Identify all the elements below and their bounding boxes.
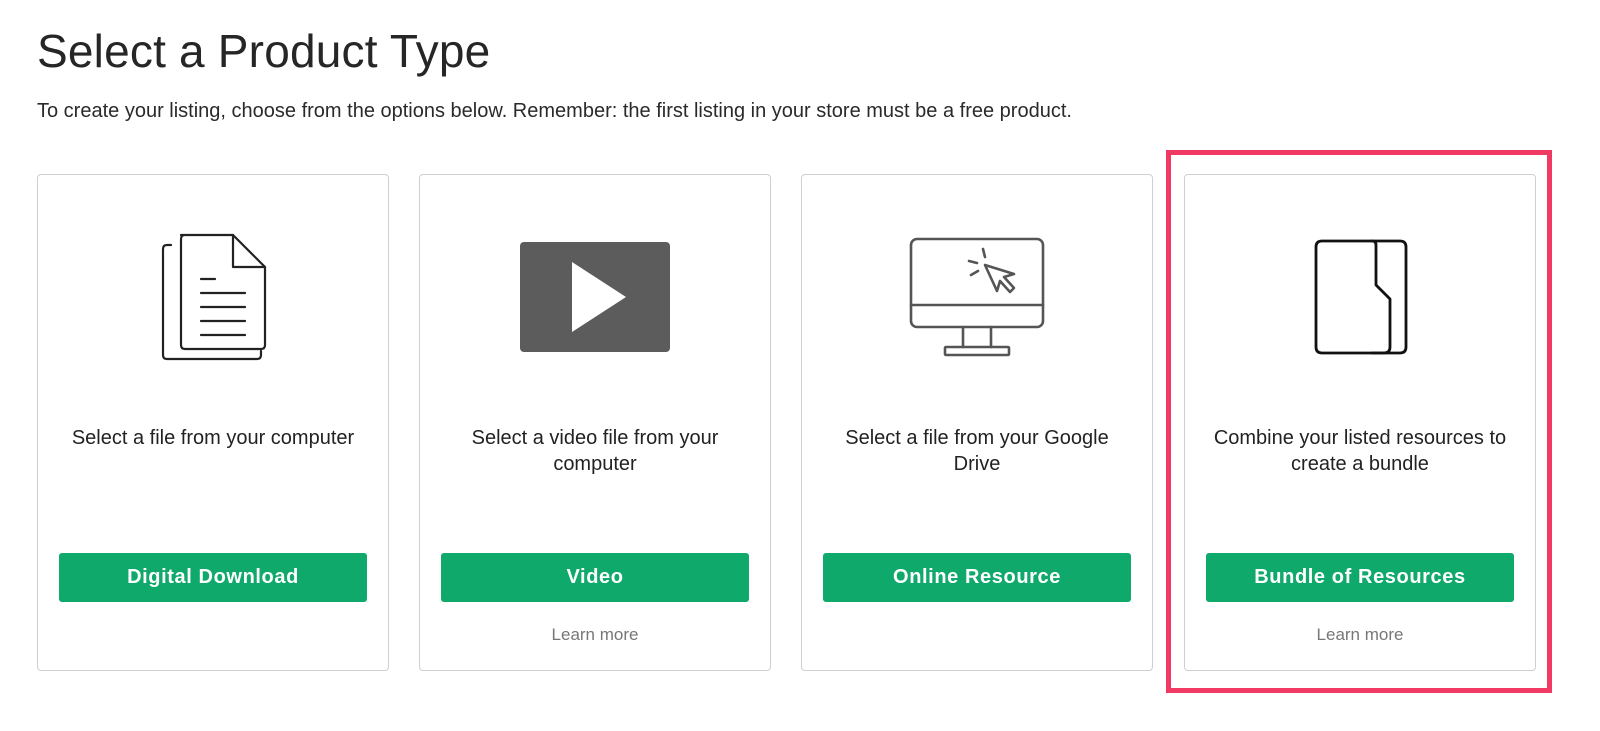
digital-download-button[interactable]: Digital Download <box>59 553 367 602</box>
bundle-folder-icon <box>1185 227 1535 367</box>
page-subtitle: To create your listing, choose from the … <box>37 100 1072 122</box>
online-resource-button[interactable]: Online Resource <box>823 553 1131 602</box>
product-card-bundle: Combine your listed resources to create … <box>1184 174 1536 671</box>
document-icon <box>38 227 388 367</box>
product-card-online-resource: Select a file from your Google Drive Onl… <box>801 174 1153 671</box>
video-button[interactable]: Video <box>441 553 749 602</box>
computer-monitor-icon <box>802 227 1152 367</box>
card-description: Select a video file from your computer <box>471 427 719 475</box>
video-play-icon <box>420 227 770 367</box>
card-description: Select a file from your Google Drive <box>845 427 1109 475</box>
product-card-digital-download: Select a file from your computer Digital… <box>37 174 389 671</box>
product-card-video: Select a video file from your computer V… <box>419 174 771 671</box>
card-description: Select a file from your computer <box>71 427 355 449</box>
learn-more-link[interactable]: Learn more <box>1185 625 1535 645</box>
page-title: Select a Product Type <box>37 25 491 77</box>
learn-more-link[interactable]: Learn more <box>420 625 770 645</box>
bundle-of-resources-button[interactable]: Bundle of Resources <box>1206 553 1514 602</box>
card-description: Combine your listed resources to create … <box>1213 427 1507 475</box>
